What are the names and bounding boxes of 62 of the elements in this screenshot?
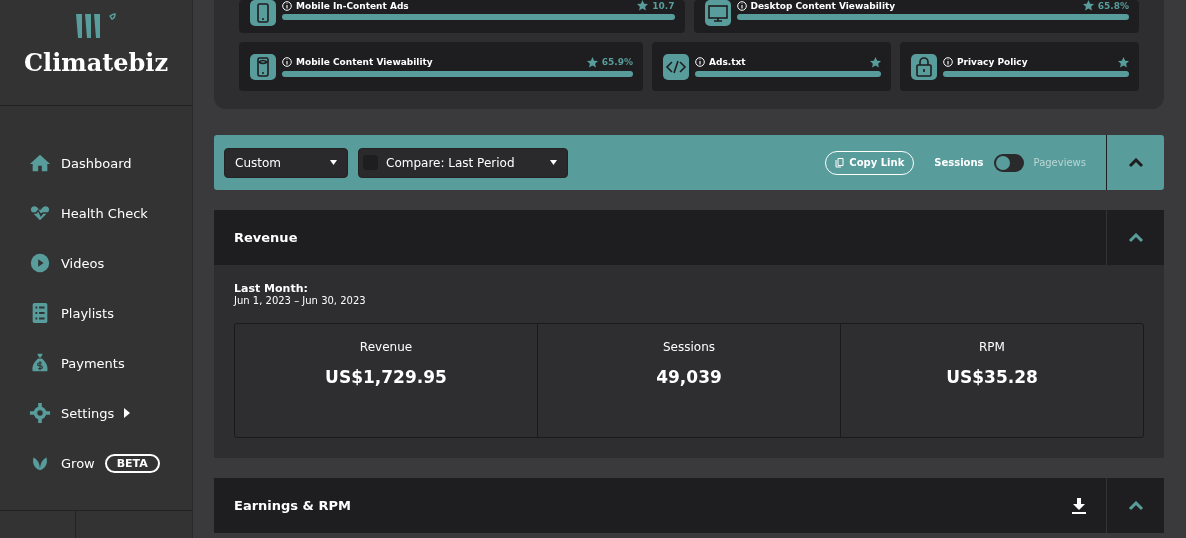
card-title: Privacy Policy <box>957 57 1028 67</box>
nav-label: Grow <box>61 455 95 471</box>
caret-icon <box>550 160 557 165</box>
nav-label: Dashboard <box>61 155 132 171</box>
star-icon <box>586 56 598 68</box>
beta-badge: BETA <box>104 453 160 473</box>
info-icon[interactable] <box>282 0 292 11</box>
phone-icon <box>250 53 276 80</box>
nav-item[interactable]: Dashboard <box>0 138 192 188</box>
info-icon[interactable] <box>695 57 705 67</box>
star-icon <box>1118 56 1129 68</box>
metric-value: US$35.28 <box>946 367 1038 387</box>
chevron-up-icon <box>1127 157 1144 168</box>
brand-name: Climatebiz <box>23 48 169 77</box>
nav-item[interactable]: Videos <box>0 238 192 288</box>
nav-label: Playlists <box>61 305 114 321</box>
toggle-label: Sessions <box>934 157 984 168</box>
nav-item[interactable]: Grow BETA <box>0 438 192 488</box>
toggle-label: Pageviews <box>1033 157 1086 168</box>
info-icon[interactable] <box>943 57 953 67</box>
metric-label: Sessions <box>662 340 715 354</box>
card-title: Ads.txt <box>709 57 746 67</box>
download-icon[interactable] <box>1072 497 1086 514</box>
home-icon <box>29 152 51 174</box>
metric-toggle[interactable] <box>993 153 1024 172</box>
score-value: 65.9% <box>601 57 633 67</box>
range-dropdown[interactable]: Custom <box>224 147 348 178</box>
nav-label: Videos <box>61 255 105 271</box>
star-icon <box>1082 0 1094 11</box>
period-label: Last Month: <box>234 282 309 295</box>
score-value: 10.7 <box>652 0 675 11</box>
chevron-up-icon <box>1127 232 1144 243</box>
section-title: Revenue <box>234 230 299 245</box>
play-icon <box>29 252 51 274</box>
star-icon <box>870 56 881 68</box>
nav-item[interactable]: Playlists <box>0 288 192 338</box>
metric-label: RPM <box>979 340 1005 354</box>
code-icon <box>663 53 689 80</box>
info-icon[interactable] <box>736 0 747 11</box>
metric-value: US$1,729.95 <box>325 367 447 387</box>
period-dates: Jun 1, 2023 – Jun 30, 2023 <box>234 295 367 306</box>
logo-icon <box>74 12 118 40</box>
score-value: 65.8% <box>1097 0 1129 11</box>
metric-value: 49,039 <box>656 367 722 387</box>
compare-dropdown[interactable]: Compare: Last Period <box>358 147 568 178</box>
nav-item[interactable]: Settings <box>0 388 192 438</box>
caret-icon <box>330 160 337 165</box>
nav-label: Settings <box>61 405 115 421</box>
nav-item[interactable]: Payments <box>0 338 192 388</box>
card-title: Mobile Content Viewability <box>296 57 433 67</box>
metric-label: Revenue <box>359 340 413 354</box>
info-icon[interactable] <box>282 57 292 67</box>
section-title: Earnings & RPM <box>234 498 352 513</box>
nav-item[interactable]: Health Check <box>0 188 192 238</box>
copy-icon <box>835 157 845 168</box>
nav-label: Payments <box>61 355 125 371</box>
nav-label: Health Check <box>61 205 148 221</box>
padlock-icon <box>911 53 937 80</box>
star-icon <box>637 0 649 11</box>
card-title: Mobile In-Content Ads <box>296 0 409 11</box>
card-title: Desktop Content Viewability <box>750 0 896 11</box>
chevron-up-icon <box>1127 500 1144 511</box>
